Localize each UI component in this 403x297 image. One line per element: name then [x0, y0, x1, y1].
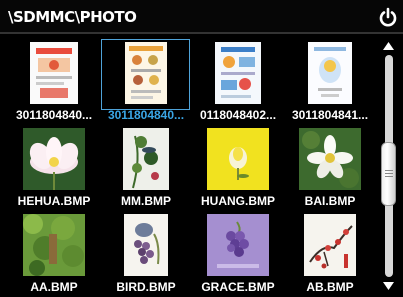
arrow-up-icon[interactable]: [382, 41, 395, 51]
thumbnail-label: HUANG.BMP: [201, 194, 275, 208]
scrollbar-grip: [385, 175, 393, 177]
thumbnail-item[interactable]: 3011804841...: [284, 38, 376, 124]
thumbnail-label: MM.BMP: [121, 194, 171, 208]
thumbnail-image: [299, 128, 361, 190]
scrollbar-grip: [385, 172, 393, 174]
thumbnail-item[interactable]: 3011804840...: [100, 38, 192, 124]
thumbnail-item[interactable]: HUANG.BMP: [192, 124, 284, 210]
arrow-down-icon[interactable]: [382, 281, 395, 291]
thumbnail-image: [207, 214, 269, 276]
scrollbar-grip: [385, 169, 393, 171]
thumbnail-label: 0118048402...: [199, 108, 277, 122]
thumbnail-label: GRACE.BMP: [201, 280, 275, 294]
thumbnail-image: [308, 42, 352, 104]
thumbnail-item[interactable]: AA.BMP: [8, 210, 100, 296]
thumbnail-image: [124, 214, 168, 276]
scrollbar-thumb[interactable]: [381, 141, 396, 206]
thumbnail-item[interactable]: BIRD.BMP: [100, 210, 192, 296]
thumbnail-label: AB.BMP: [306, 280, 354, 294]
folder-path: \SDMMC\PHOTO: [8, 8, 137, 26]
thumbnail-image: [207, 128, 269, 190]
thumbnail-image: [215, 42, 261, 104]
thumbnail-image: [123, 128, 169, 190]
thumbnail-item[interactable]: HEHUA.BMP: [8, 124, 100, 210]
thumbnail-label: 3011804841...: [291, 108, 369, 122]
thumbnail-image: [125, 42, 167, 104]
thumbnail-image: [30, 42, 78, 104]
thumbnail-item[interactable]: GRACE.BMP: [192, 210, 284, 296]
thumbnail-label: BAI.BMP: [304, 194, 356, 208]
thumbnail-item[interactable]: AB.BMP: [284, 210, 376, 296]
thumbnail-item[interactable]: BAI.BMP: [284, 124, 376, 210]
thumbnail-image: [23, 128, 85, 190]
thumbnail-label: HEHUA.BMP: [17, 194, 91, 208]
thumbnail-item[interactable]: MM.BMP: [100, 124, 192, 210]
thumbnail-grid: 3011804840... 3011804840... 0118048402..…: [8, 38, 374, 296]
thumbnail-label: 3011804840...: [107, 108, 185, 122]
thumbnail-label: 3011804840...: [15, 108, 93, 122]
title-bar: \SDMMC\PHOTO: [0, 0, 403, 34]
thumbnail-label: BIRD.BMP: [116, 280, 176, 294]
thumbnail-item[interactable]: 0118048402...: [192, 38, 284, 124]
thumbnail-item[interactable]: 3011804840...: [8, 38, 100, 124]
vertical-scrollbar[interactable]: [380, 41, 397, 291]
photo-browser: \SDMMC\PHOTO 3011804840... 3011804840...…: [0, 0, 403, 297]
thumbnail-image: [304, 214, 356, 276]
thumbnail-label: AA.BMP: [30, 280, 78, 294]
thumbnail-image: [23, 214, 85, 276]
power-icon[interactable]: [379, 7, 397, 27]
